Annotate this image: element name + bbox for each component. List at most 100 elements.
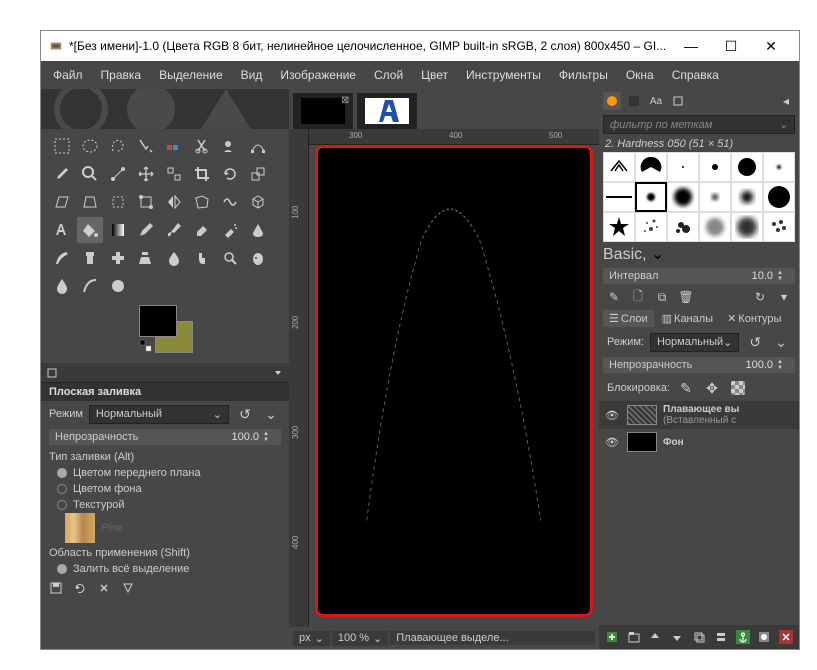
menu-layer[interactable]: Слой (366, 64, 411, 86)
layers-tab[interactable]: ☰Слои (603, 310, 654, 327)
delete-layer-button[interactable] (777, 628, 795, 646)
brush-tag-input[interactable]: Basic, ⌄ (603, 244, 795, 264)
lower-layer-button[interactable] (668, 628, 686, 646)
fill-bg-radio[interactable]: Цветом фона (41, 481, 289, 497)
new-brush-icon[interactable]: 🗋 (629, 289, 647, 305)
tool-rotate[interactable] (217, 161, 243, 187)
tool-gradient[interactable] (105, 217, 131, 243)
edit-brush-icon[interactable]: ✎ (605, 289, 623, 305)
tool-free-select[interactable] (105, 133, 131, 159)
dup-layer-button[interactable] (690, 628, 708, 646)
tool-zoom[interactable] (77, 161, 103, 187)
tool-perspective-clone[interactable] (133, 245, 159, 271)
zoom-dropdown[interactable]: 100 %⌄ (332, 631, 388, 646)
reset-options-icon[interactable] (121, 581, 135, 595)
mode-menu-button[interactable]: ⌄ (261, 404, 281, 424)
menu-edit[interactable]: Правка (93, 64, 150, 86)
anchor-layer-button[interactable] (734, 628, 752, 646)
dock-menu-icon[interactable]: ◂ (777, 92, 795, 110)
tool-shear[interactable] (49, 189, 75, 215)
tool-flip[interactable] (161, 189, 187, 215)
new-group-button[interactable] (625, 628, 643, 646)
delete-options-icon[interactable] (97, 581, 111, 595)
tool-drop[interactable] (49, 273, 75, 299)
dup-brush-icon[interactable]: ⧉ (653, 289, 671, 305)
mode-dropdown[interactable]: Нормальный ⌄ (89, 405, 229, 424)
menu-windows[interactable]: Окна (618, 64, 662, 86)
del-brush-icon[interactable]: 🗑 (677, 289, 695, 305)
mode-reset-button[interactable]: ↺ (235, 404, 255, 424)
tool-warp[interactable] (217, 189, 243, 215)
tool-perspective[interactable] (77, 189, 103, 215)
maximize-button[interactable]: ☐ (711, 32, 751, 60)
interval-slider[interactable]: Интервал 10.0 ▲▼ (603, 268, 795, 284)
tool-foreground-select[interactable] (217, 133, 243, 159)
refresh-brush-icon[interactable]: ↻ (751, 289, 769, 305)
fg-bg-colors[interactable] (139, 305, 199, 359)
close-button[interactable]: ✕ (751, 32, 791, 60)
layer-floating[interactable]: 👁 Плавающее вы (Вставленный с (599, 401, 799, 429)
canvas[interactable] (315, 145, 593, 617)
fg-color-swatch[interactable] (139, 305, 177, 337)
menu-select[interactable]: Выделение (151, 64, 231, 86)
tool-paths[interactable] (245, 133, 271, 159)
merge-layer-button[interactable] (712, 628, 730, 646)
tool-ellipse-select[interactable] (77, 133, 103, 159)
tool-3d[interactable] (245, 189, 271, 215)
swap-colors-icon[interactable] (139, 339, 153, 353)
channels-tab[interactable]: ▥Каналы (656, 310, 719, 327)
layer-background[interactable]: 👁 Фон (599, 429, 799, 455)
menu-help[interactable]: Справка (664, 64, 727, 86)
tool-by-color-select[interactable] (161, 133, 187, 159)
tool-dodge[interactable] (217, 245, 243, 271)
menu-image[interactable]: Изображение (272, 64, 364, 86)
visibility-icon[interactable]: 👁 (605, 436, 621, 449)
minimize-button[interactable]: — (671, 32, 711, 60)
layer-opacity-slider[interactable]: Непрозрачность 100.0 ▲▼ (603, 357, 795, 373)
tool-handle-transform[interactable] (133, 189, 159, 215)
tool-move[interactable] (133, 161, 159, 187)
tool-scissors[interactable] (189, 133, 215, 159)
tool-mypaint[interactable] (49, 245, 75, 271)
tool-fuzzy-select[interactable] (133, 133, 159, 159)
menu-filters[interactable]: Фильтры (551, 64, 616, 86)
layer-mode-menu[interactable]: ⌄ (771, 332, 791, 352)
tool-scale[interactable] (245, 161, 271, 187)
tool-bucket-fill[interactable] (77, 217, 103, 243)
fonts-tab[interactable]: Aa (647, 92, 665, 110)
tool-cage[interactable] (189, 189, 215, 215)
menu-view[interactable]: Вид (233, 64, 271, 86)
visibility-icon[interactable]: 👁 (605, 409, 621, 422)
tool-curves[interactable] (77, 273, 103, 299)
tool-pencil[interactable] (133, 217, 159, 243)
unit-dropdown[interactable]: px⌄ (293, 631, 330, 646)
tool-gegl[interactable] (245, 245, 271, 271)
texture-swatch[interactable] (65, 513, 95, 543)
tab-menu-icon[interactable] (273, 368, 283, 378)
brush-menu-icon[interactable]: ▾ (775, 289, 793, 305)
brush-filter-input[interactable]: фильтр по меткам ⌄ (603, 115, 795, 134)
layer-mode-dropdown[interactable]: Нормальный ⌄ (650, 333, 739, 352)
raise-layer-button[interactable] (647, 628, 665, 646)
tool-blur[interactable] (161, 245, 187, 271)
fill-fg-radio[interactable]: Цветом переднего плана (41, 465, 289, 481)
brush-grid[interactable] (603, 152, 795, 242)
tool-paintbrush[interactable] (161, 217, 187, 243)
vertical-ruler[interactable]: 100 200 300 400 (289, 129, 309, 627)
tool-eraser[interactable] (189, 217, 215, 243)
menu-tools[interactable]: Инструменты (458, 64, 549, 86)
tool-color-picker[interactable] (49, 161, 75, 187)
close-tab-icon[interactable]: ⊠ (341, 95, 351, 105)
tool-rect-select[interactable] (49, 133, 75, 159)
tool-align[interactable] (161, 161, 187, 187)
tool-unified-transform[interactable] (105, 189, 131, 215)
fill-texture-radio[interactable]: Текстурой (41, 497, 289, 513)
mask-layer-button[interactable] (755, 628, 773, 646)
patterns-tab[interactable] (625, 92, 643, 110)
layer-mode-reset[interactable]: ↺ (745, 332, 765, 352)
tool-smudge[interactable] (189, 245, 215, 271)
save-options-icon[interactable] (49, 581, 63, 595)
restore-options-icon[interactable] (73, 581, 87, 595)
lock-alpha-icon[interactable] (728, 378, 748, 398)
lock-pixels-icon[interactable]: ✎ (676, 378, 696, 398)
